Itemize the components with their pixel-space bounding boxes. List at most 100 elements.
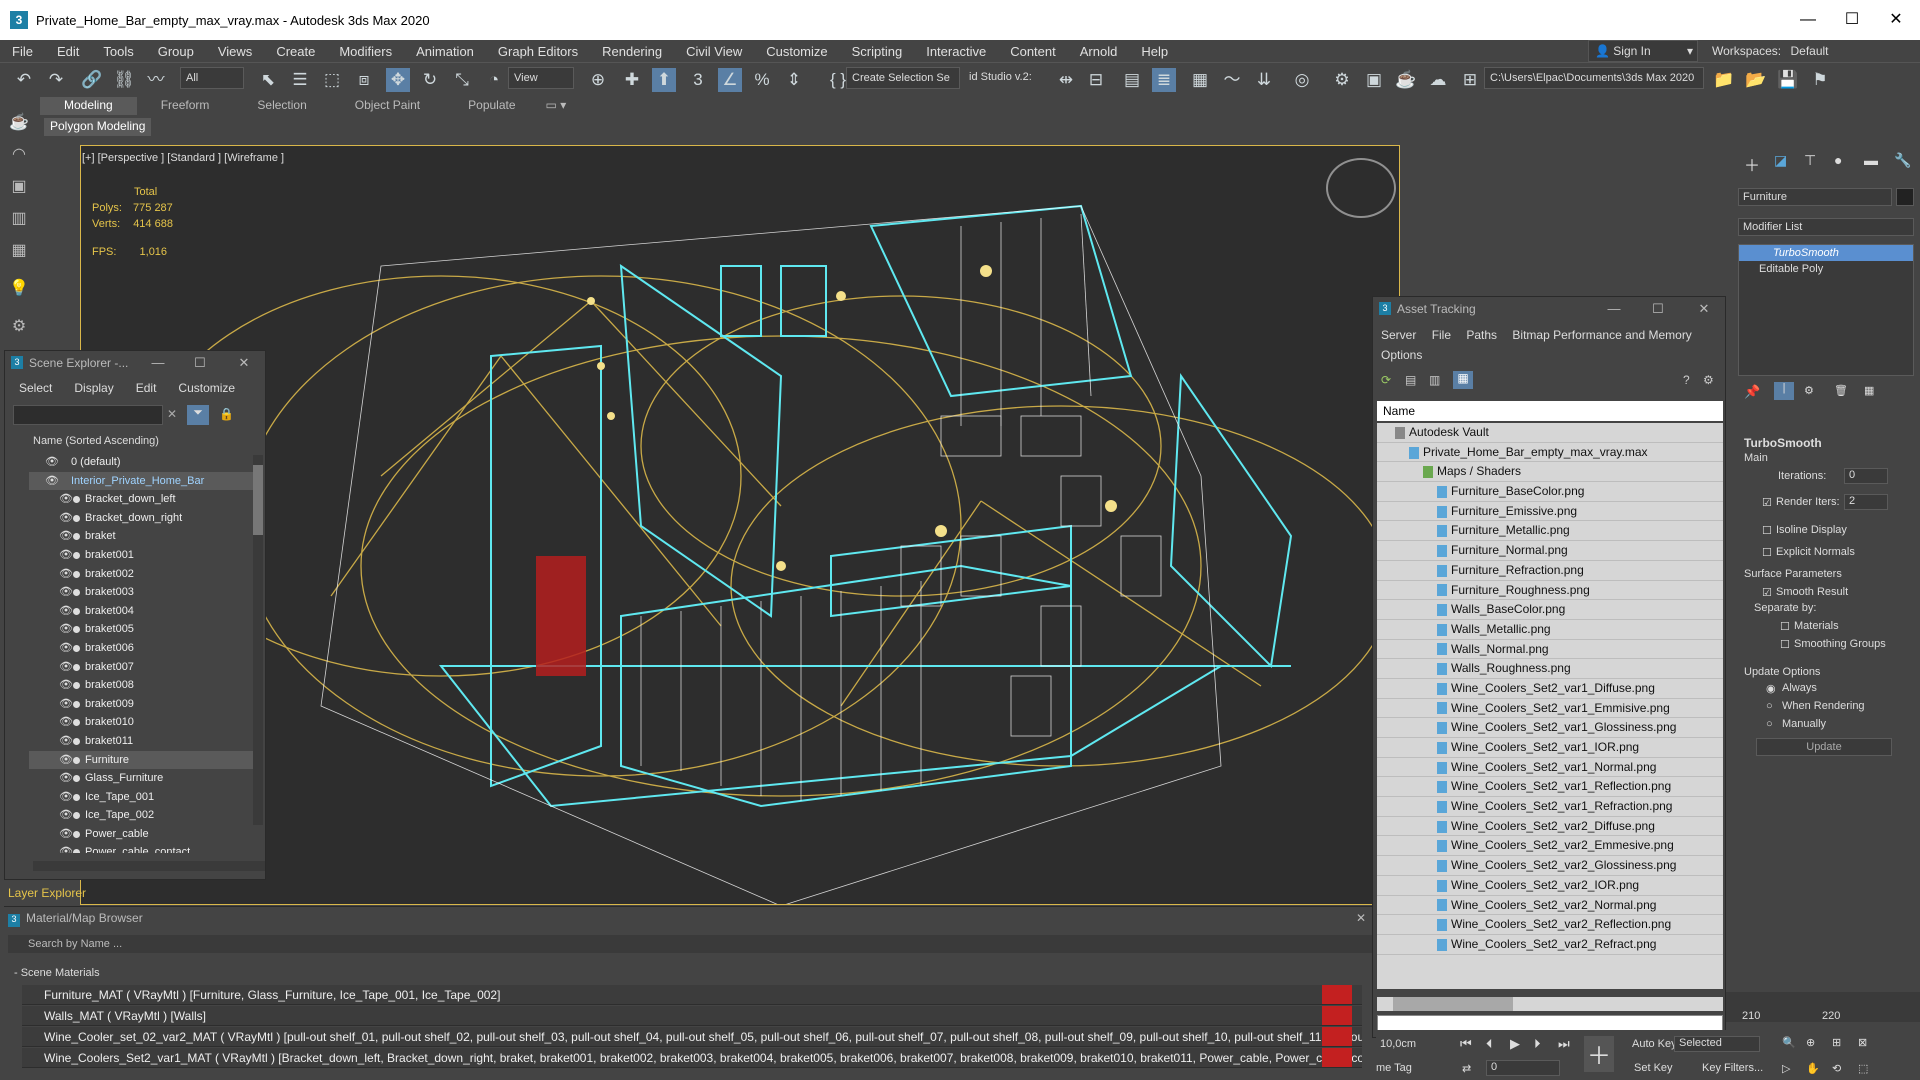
percent-snap-icon[interactable]: % (750, 68, 774, 92)
visibility-eye-icon[interactable]: 👁 (59, 639, 73, 658)
manually-radio[interactable]: ○ (1766, 718, 1773, 730)
asset-minimize-button[interactable]: — (1601, 297, 1627, 321)
perspective-viewport[interactable] (80, 145, 1400, 905)
modifier-list-dropdown[interactable]: Modifier List (1738, 218, 1914, 236)
goto-start-icon[interactable]: ⏮ (1460, 1036, 1472, 1052)
render-iters-checkbox[interactable]: ☑ (1762, 496, 1772, 509)
asset-row[interactable]: Wine_Coolers_Set2_var1_Diffuse.png (1377, 679, 1723, 699)
scene-tree-row[interactable]: 👁 braket008 (29, 676, 253, 695)
redo-icon[interactable]: ↷ (44, 68, 68, 92)
visibility-eye-icon[interactable]: 👁 (59, 843, 73, 853)
turbosmooth-rollout-title[interactable]: TurboSmooth (1744, 436, 1822, 450)
close-button[interactable]: ✕ (1876, 8, 1916, 32)
iterations-spinner[interactable]: 0 (1844, 468, 1888, 484)
create-tab-icon[interactable]: ＋ (1744, 152, 1760, 176)
scene-maximize-button[interactable]: ☐ (187, 351, 213, 375)
render-icon[interactable]: ☕ (1394, 68, 1418, 92)
table-view-icon[interactable]: ▥ (1429, 373, 1440, 387)
snaps-3-icon[interactable]: 3 (686, 68, 710, 92)
asset-menu-bitmap[interactable]: Bitmap Performance and Memory (1512, 328, 1691, 342)
selection-filter-dropdown[interactable]: All (180, 67, 244, 89)
menu-interactive[interactable]: Interactive (914, 44, 998, 59)
asset-row[interactable]: Wine_Coolers_Set2_var2_Refract.png (1377, 935, 1723, 955)
asset-row[interactable]: Wine_Coolers_Set2_var1_Reflection.png (1377, 777, 1723, 798)
stack-item-turbosmooth[interactable]: TurboSmooth (1739, 245, 1913, 261)
window-crossing-icon[interactable]: ⧈ (352, 68, 376, 92)
menu-scripting[interactable]: Scripting (840, 44, 915, 59)
grid-view-icon[interactable]: ▦ (1453, 371, 1473, 389)
scene-tree-row[interactable]: 👁 braket011 (29, 732, 253, 751)
freeze-dot-icon[interactable] (73, 644, 80, 652)
open-file-icon[interactable]: 📂 (1744, 68, 1768, 92)
asset-menu-options[interactable]: Options (1381, 348, 1422, 362)
freeze-dot-icon[interactable] (73, 756, 80, 764)
update-button[interactable]: Update (1756, 738, 1892, 756)
smoothing-groups-checkbox[interactable]: ☐ (1780, 638, 1790, 651)
asset-row[interactable]: Wine_Coolers_Set2_var1_IOR.png (1377, 738, 1723, 758)
asset-row[interactable]: Wine_Coolers_Set2_var2_Reflection.png (1377, 915, 1723, 935)
maximize-viewport-icon[interactable]: ⬚ (1858, 1062, 1868, 1075)
freeze-dot-icon[interactable] (73, 663, 80, 671)
scene-tree-row[interactable]: 👁 braket007 (29, 658, 253, 677)
render-cloud-icon[interactable]: ⊞ (1458, 68, 1482, 92)
object-color-swatch[interactable] (1896, 188, 1914, 206)
set-key-big-button[interactable]: ＋ (1584, 1036, 1614, 1072)
tab-object-paint[interactable]: Object Paint (331, 97, 444, 115)
scene-tree-row[interactable]: 👁 0 (default) (29, 453, 253, 472)
scene-tree-row[interactable]: 👁 Interior_Private_Home_Bar (29, 471, 253, 491)
zoom-extents-all-icon[interactable]: ⊠ (1858, 1036, 1867, 1049)
scene-tree-row[interactable]: 👁 braket004 (29, 602, 253, 621)
render-iters-spinner[interactable]: 2 (1844, 494, 1888, 510)
menu-file[interactable]: File (0, 44, 45, 59)
asset-name-header[interactable]: Name (1377, 401, 1723, 421)
visibility-eye-icon[interactable]: 👁 (59, 713, 73, 732)
object-name-field[interactable]: Furniture (1738, 188, 1892, 206)
when-rendering-radio[interactable]: ○ (1766, 700, 1773, 712)
freeze-dot-icon[interactable] (73, 719, 80, 727)
isoline-checkbox[interactable]: ☐ (1762, 524, 1772, 537)
scene-tree-row[interactable]: 👁 Ice_Tape_001 (29, 788, 253, 807)
snap-toggle-icon[interactable]: ✚ (620, 68, 644, 92)
scene-menu-edit[interactable]: Edit (136, 381, 157, 395)
menu-edit[interactable]: Edit (45, 44, 91, 59)
scene-tree-row[interactable]: 👁 braket005 (29, 620, 253, 639)
scene-tree-row[interactable]: 👁 braket010 (29, 713, 253, 732)
visibility-eye-icon[interactable]: 👁 (45, 453, 59, 472)
freeze-dot-icon[interactable] (73, 496, 80, 504)
scene-tree-row[interactable]: 👁 braket009 (29, 695, 253, 714)
lightbulb-icon[interactable]: 💡 (8, 278, 30, 300)
make-unique-icon[interactable]: ⚙ (1804, 384, 1814, 397)
freeze-dot-icon[interactable] (73, 793, 80, 801)
scene-hscrollbar[interactable] (33, 861, 265, 871)
reference-coord-dropdown[interactable]: View (508, 67, 574, 89)
always-radio[interactable]: ◉ (1766, 682, 1776, 695)
remove-modifier-icon[interactable]: 🗑 (1834, 384, 1848, 397)
asset-row[interactable]: Autodesk Vault (1377, 423, 1723, 443)
stack-item-editable-poly[interactable]: Editable Poly (1739, 261, 1913, 277)
selected-dropdown[interactable]: Selected (1674, 1036, 1760, 1052)
asset-hscrollbar[interactable] (1377, 997, 1723, 1011)
grid-icon[interactable]: ▦ (8, 240, 30, 262)
current-frame-field[interactable]: 0 (1486, 1060, 1560, 1076)
freeze-dot-icon[interactable] (73, 849, 80, 853)
scene-tree-row[interactable]: 👁 Furniture (29, 750, 253, 770)
scene-tree-row[interactable]: 👁 Glass_Furniture (29, 769, 253, 788)
viewcube-icon[interactable] (1326, 158, 1396, 218)
field-of-view-icon[interactable]: ▷ (1782, 1062, 1790, 1075)
material-search-input[interactable]: Search by Name ... (8, 935, 1372, 953)
visibility-eye-icon[interactable]: 👁 (59, 825, 73, 844)
asset-row[interactable]: Wine_Coolers_Set2_var1_Refraction.png (1377, 797, 1723, 817)
freeze-dot-icon[interactable] (73, 700, 80, 708)
visibility-eye-icon[interactable]: 👁 (59, 788, 73, 807)
show-end-result-icon[interactable]: | (1774, 382, 1794, 400)
key-mode-icon[interactable]: ⇄ (1462, 1062, 1471, 1075)
freeze-dot-icon[interactable] (73, 589, 80, 597)
visibility-eye-icon[interactable]: 👁 (59, 732, 73, 751)
asset-row[interactable]: Walls_BaseColor.png (1377, 600, 1723, 620)
freeze-dot-icon[interactable] (73, 737, 80, 745)
refresh-icon[interactable]: ⟳ (1381, 373, 1391, 387)
material-row[interactable]: Walls_MAT ( VRayMtl ) [Walls] (22, 1006, 1362, 1026)
pivot-icon[interactable]: ⊕ (586, 68, 610, 92)
asset-row[interactable]: Maps / Shaders (1377, 462, 1723, 483)
asset-hscrollbar-thumb[interactable] (1393, 997, 1513, 1011)
